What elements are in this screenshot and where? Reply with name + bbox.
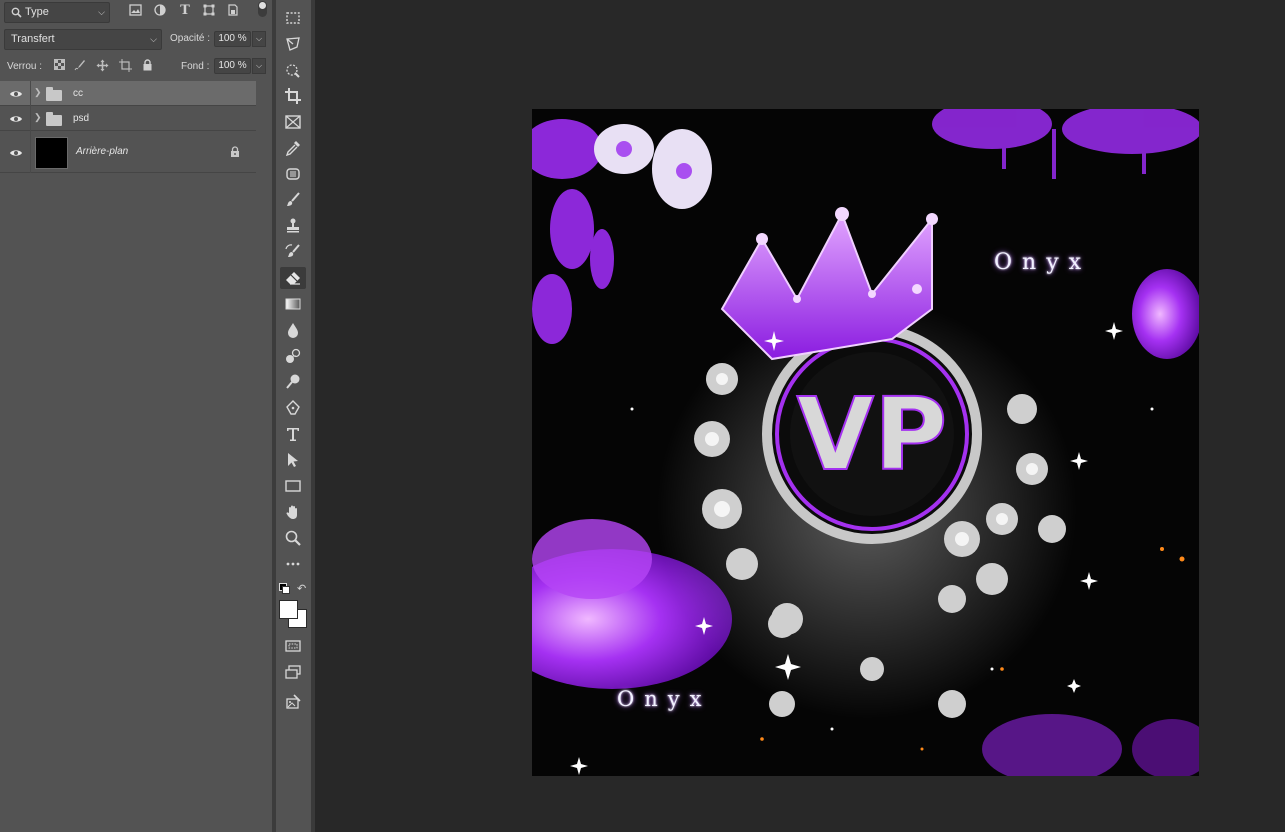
more-icon[interactable] bbox=[280, 553, 306, 575]
chevron-right-icon[interactable]: ❯ bbox=[34, 87, 42, 98]
eyedropper-icon[interactable] bbox=[280, 137, 306, 159]
filter-image-icon[interactable] bbox=[128, 4, 142, 18]
tools-panel: ↶ bbox=[276, 0, 311, 832]
opacity-slider-toggle[interactable]: ⌵ bbox=[252, 31, 266, 47]
lock-pixels-icon[interactable] bbox=[73, 59, 87, 73]
history-brush-icon[interactable] bbox=[280, 241, 306, 263]
layer-name[interactable]: cc bbox=[73, 88, 83, 99]
fill-slider-toggle[interactable]: ⌵ bbox=[252, 58, 266, 74]
filter-type-label: Type bbox=[25, 6, 49, 18]
quick-mask-icon[interactable] bbox=[280, 635, 306, 657]
type-icon[interactable] bbox=[280, 423, 306, 445]
folder-icon bbox=[46, 112, 62, 126]
layer-row-background[interactable]: Arrière-plan bbox=[0, 131, 256, 173]
chevron-down-icon: ⌵ bbox=[98, 7, 105, 17]
blend-mode-dropdown[interactable]: Transfert ⌵ bbox=[4, 29, 162, 50]
chevron-right-icon[interactable]: ❯ bbox=[34, 112, 42, 123]
rectangle-icon[interactable] bbox=[280, 475, 306, 497]
frame-icon[interactable] bbox=[280, 111, 306, 133]
layer-row-cc[interactable]: ❯ cc bbox=[0, 81, 256, 106]
filter-shape-icon[interactable] bbox=[202, 4, 216, 18]
path-select-icon[interactable] bbox=[280, 449, 306, 471]
stamp-icon[interactable] bbox=[280, 215, 306, 237]
marquee-icon[interactable] bbox=[280, 7, 306, 29]
visibility-eye-icon[interactable] bbox=[9, 148, 23, 158]
healing-icon[interactable] bbox=[280, 163, 306, 185]
foreground-color-swatch[interactable] bbox=[279, 600, 298, 619]
opacity-label: Opacité : bbox=[170, 33, 211, 44]
filter-adjustment-icon[interactable] bbox=[153, 4, 167, 18]
hand-icon[interactable] bbox=[280, 501, 306, 523]
eraser-icon[interactable] bbox=[280, 267, 306, 289]
opacity-input[interactable]: 100 % bbox=[214, 31, 251, 47]
layer-name[interactable]: psd bbox=[73, 113, 89, 124]
blur-icon[interactable] bbox=[280, 319, 306, 341]
dodge-icon[interactable] bbox=[280, 345, 306, 367]
opacity-value: 100 % bbox=[218, 33, 247, 44]
swap-colors-icon[interactable]: ↶ bbox=[297, 582, 306, 595]
default-colors-icon[interactable] bbox=[279, 583, 290, 594]
lasso-icon[interactable] bbox=[280, 33, 306, 55]
quick-select-icon[interactable] bbox=[280, 59, 306, 81]
document-artboard[interactable]: VP Onyx Onyx bbox=[532, 109, 1199, 776]
lock-all-icon[interactable] bbox=[140, 59, 154, 73]
layers-list: ❯ cc ❯ psd Arrière-plan bbox=[0, 81, 256, 173]
brush-icon[interactable] bbox=[280, 189, 306, 211]
visibility-eye-icon[interactable] bbox=[9, 89, 23, 99]
lock-position-icon[interactable] bbox=[95, 59, 109, 73]
fill-value: 100 % bbox=[218, 60, 247, 71]
gradient-icon[interactable] bbox=[280, 293, 306, 315]
crop-icon[interactable] bbox=[280, 85, 306, 107]
visibility-eye-icon[interactable] bbox=[9, 114, 23, 124]
pen-icon[interactable] bbox=[280, 397, 306, 419]
layer-name[interactable]: Arrière-plan bbox=[76, 146, 128, 157]
lock-icon bbox=[230, 146, 240, 161]
edit-toolbar-icon[interactable] bbox=[280, 692, 306, 714]
layers-panel: Type ⌵ T Transfert ⌵ Opacité : 100 % ⌵ V… bbox=[0, 0, 272, 832]
search-icon bbox=[11, 3, 22, 25]
screen-mode-icon[interactable] bbox=[280, 661, 306, 683]
zoom-icon[interactable] bbox=[280, 527, 306, 549]
filter-smart-object-icon[interactable] bbox=[226, 4, 240, 18]
layer-thumbnail bbox=[35, 137, 68, 169]
filter-toggle-switch[interactable] bbox=[258, 1, 267, 17]
lock-transparency-icon[interactable] bbox=[52, 59, 66, 73]
lock-label: Verrou : bbox=[7, 61, 43, 72]
fill-label: Fond : bbox=[181, 61, 210, 72]
fill-input[interactable]: 100 % bbox=[214, 58, 251, 74]
blend-mode-label: Transfert bbox=[11, 33, 55, 45]
monogram-text: VP bbox=[797, 376, 948, 493]
artwork-image: VP bbox=[532, 109, 1199, 776]
burn-icon[interactable] bbox=[280, 371, 306, 393]
filter-type-icon[interactable]: T bbox=[178, 4, 192, 18]
artwork-title-bottom: Onyx bbox=[617, 687, 712, 711]
chevron-down-icon: ⌵ bbox=[150, 34, 157, 44]
artwork-title-top: Onyx bbox=[994, 250, 1092, 275]
folder-icon bbox=[46, 87, 62, 101]
layer-filter-dropdown[interactable]: Type ⌵ bbox=[4, 2, 110, 23]
lock-artboard-icon[interactable] bbox=[118, 59, 132, 73]
layer-row-psd[interactable]: ❯ psd bbox=[0, 106, 256, 131]
